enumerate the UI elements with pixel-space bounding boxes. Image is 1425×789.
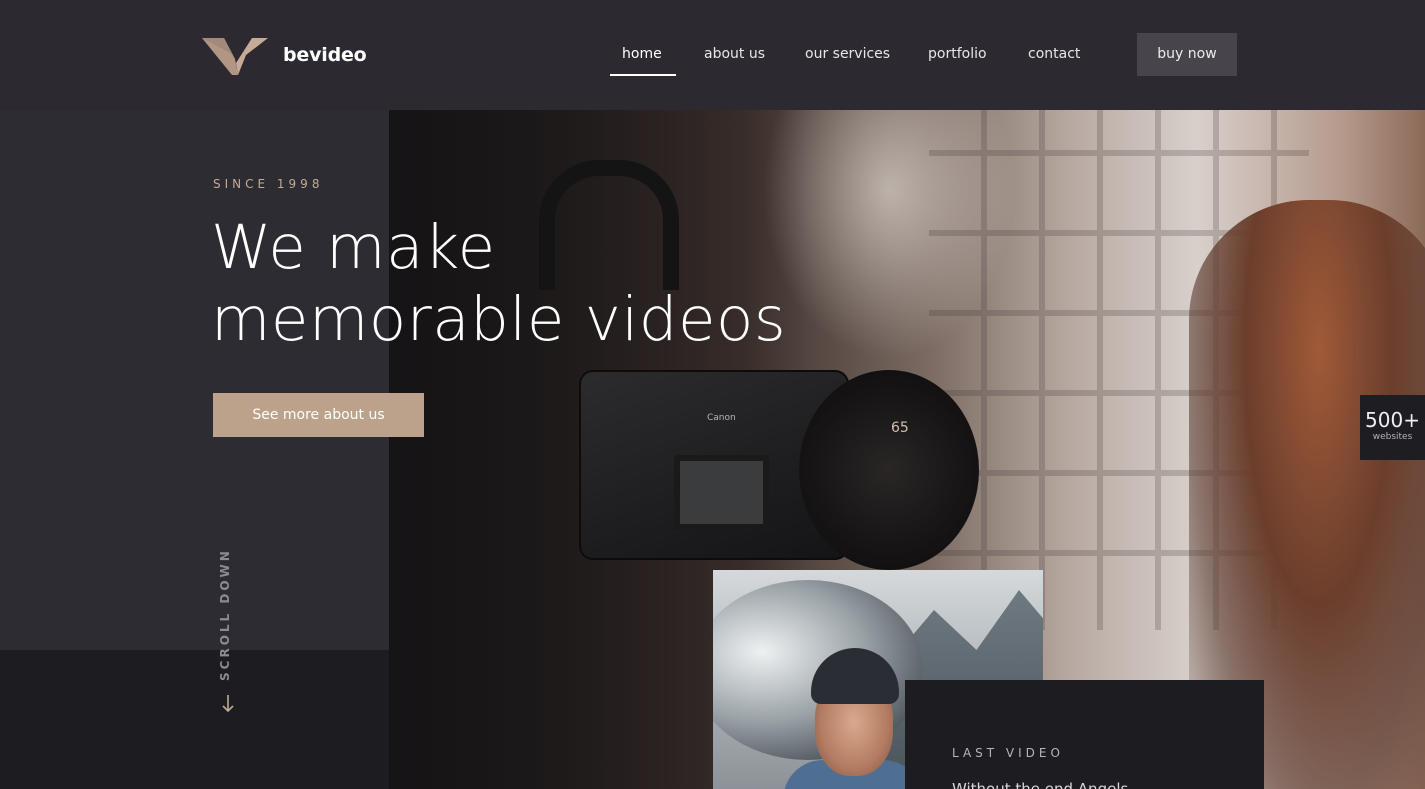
arrow-down-icon[interactable] (219, 694, 237, 714)
last-video-label: LAST VIDEO (952, 746, 1064, 760)
hero-headline-line2: memorable videos (211, 284, 787, 355)
brand-name[interactable]: bevideo (283, 44, 367, 66)
lens-marking: 65 (891, 420, 909, 436)
nav-item-home[interactable]: home (622, 46, 662, 62)
nav-item-our-services[interactable]: our services (805, 46, 890, 62)
nav-active-indicator (610, 74, 676, 76)
last-video-panel (905, 680, 1264, 789)
scroll-down-label: SCROLL DOWN (218, 548, 232, 681)
hero-headline-line1: We make (211, 212, 496, 283)
scroll-down-link[interactable]: SCROLL DOWN (218, 543, 242, 683)
left-bottom-panel (0, 650, 389, 789)
see-more-about-us-button[interactable]: See more about us (213, 393, 424, 437)
bevideo-logo-icon[interactable] (202, 35, 268, 77)
camera-lens (799, 370, 979, 570)
camera-screen (674, 455, 769, 530)
buy-now-button[interactable]: buy now (1137, 33, 1237, 76)
site-header: bevideo home about us our services portf… (0, 0, 1425, 110)
stats-badge[interactable]: 500+ websites (1360, 395, 1425, 460)
camera-brand-label: Canon (707, 413, 736, 423)
hero-eyebrow: SINCE 1998 (213, 177, 324, 191)
hero-headline: We make memorable videos (211, 212, 786, 356)
nav-item-portfolio[interactable]: portfolio (928, 46, 987, 62)
last-video-title[interactable]: Without the end Angels (952, 780, 1128, 789)
nav-item-contact[interactable]: contact (1028, 46, 1080, 62)
nav-item-about-us[interactable]: about us (704, 46, 765, 62)
badge-label: websites (1372, 432, 1413, 442)
left-panel (0, 110, 389, 650)
badge-number: 500+ (1365, 408, 1420, 432)
